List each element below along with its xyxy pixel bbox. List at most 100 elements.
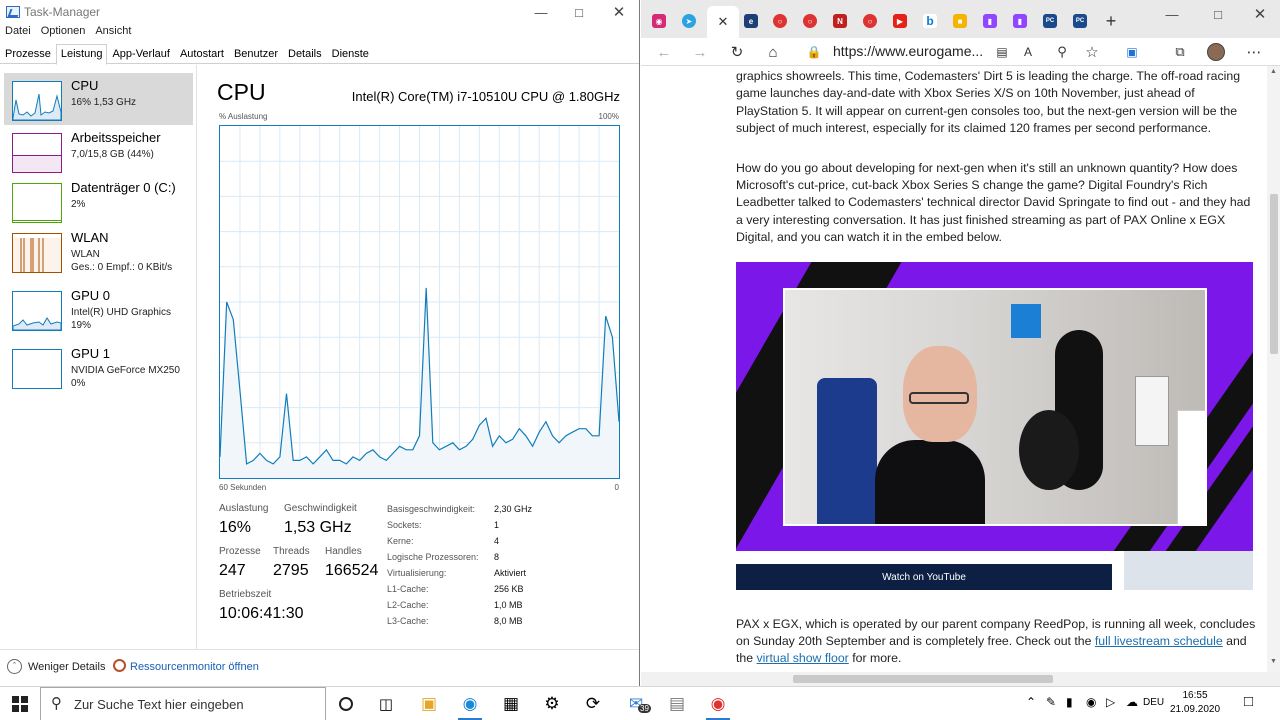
resource-monitor-link[interactable]: Ressourcenmonitor öffnen [130,661,259,673]
site-icon: ○ [803,14,817,28]
volume-muted-icon[interactable]: ▷ [1106,695,1115,709]
tab-site[interactable]: ○ [766,7,794,35]
mail-icon[interactable]: ✉ 39 [616,688,656,720]
scroll-down-icon[interactable]: ▼ [1270,658,1277,665]
livestream-schedule-link[interactable]: full livestream schedule [1095,634,1223,648]
store-icon[interactable]: ▦ [491,688,531,720]
gpu1-sparkline [12,349,62,389]
menu-optionen[interactable]: Optionen [36,25,91,43]
settings-gear-icon[interactable]: ⚙ [532,688,572,720]
sidebar-item-disk[interactable]: Datenträger 0 (C:) 2% [4,175,193,227]
tab-app-verlauf[interactable]: App-Verlauf [107,44,174,64]
tab-site[interactable]: ■ [946,7,974,35]
tab-bing[interactable]: b [916,7,944,35]
detail-value: 1 [494,520,500,530]
close-icon[interactable]: ✕ [1237,2,1280,26]
minimize-icon[interactable]: — [1149,2,1195,26]
task-manager-taskbar-icon[interactable]: ◉ [698,688,738,720]
site-icon: N [833,14,847,28]
maximize-icon[interactable]: □ [1195,2,1241,26]
tab-site[interactable]: ○ [856,7,884,35]
pen-icon[interactable]: ✎ [1046,695,1056,709]
tab-leistung[interactable]: Leistung [55,44,108,65]
clock-date: 21.09.2020 [1169,704,1221,715]
sidebar-item-memory[interactable]: Arbeitsspeicher 7,0/15,8 GB (44%) [4,125,193,177]
extension-icon[interactable]: ▣ [1121,42,1143,62]
battery-icon[interactable]: ▮ [1066,695,1073,709]
detail-key: L1-Cache: [387,584,429,594]
reader-icon[interactable]: ▤ [991,42,1013,62]
clock[interactable]: 16:55 21.09.2020 [1166,689,1224,717]
back-icon[interactable]: ← [653,42,675,62]
address-bar[interactable]: https://www.eurogame... [833,41,1013,63]
chevron-up-icon[interactable]: ⌃ [1026,695,1036,709]
horizontal-scroll-thumb[interactable] [793,675,1053,683]
sidebar-gpu1-model: NVIDIA GeForce MX250 [71,365,180,376]
close-icon[interactable]: ✕ [596,0,642,24]
collections-icon[interactable]: ⧉ [1169,42,1191,62]
tab-twitch[interactable]: ▮ [976,7,1004,35]
tab-telegram[interactable]: ➤ [675,7,703,35]
vertical-scrollbar[interactable]: ▲ ▼ [1267,66,1280,672]
forward-icon[interactable]: → [689,42,711,62]
menu-ansicht[interactable]: Ansicht [90,25,136,43]
plus-icon: + [1105,10,1117,31]
home-icon[interactable]: ⌂ [762,42,784,62]
zoom-icon[interactable]: ⚲ [1051,42,1073,62]
onedrive-icon[interactable]: ☁ [1126,695,1138,709]
panel-title: CPU [217,79,266,105]
tab-site[interactable]: ○ [796,7,824,35]
sidebar-item-gpu1[interactable]: GPU 1 NVIDIA GeForce MX250 0% [4,341,193,393]
tab-site[interactable]: e [737,7,765,35]
task-view-icon[interactable]: ◫ [366,688,406,720]
tab-details[interactable]: Details [283,44,327,64]
sidebar-memory-name: Arbeitsspeicher [71,130,161,145]
sidebar-item-wlan[interactable]: WLAN WLAN Ges.: 0 Empf.: 0 KBit/s [4,225,193,277]
cpu-graph-svg [219,126,620,478]
tab-site[interactable]: PC [1066,7,1094,35]
video-embed[interactable] [736,262,1253,551]
tab-site[interactable]: N [826,7,854,35]
favorite-star-icon[interactable]: ☆ [1081,42,1103,62]
tab-dienste[interactable]: Dienste [327,44,374,64]
fewer-details-link[interactable]: Weniger Details [28,661,105,673]
tab-twitch[interactable]: ▮ [1006,7,1034,35]
tab-prozesse[interactable]: Prozesse [0,44,56,64]
notifications-icon[interactable]: □ [1244,693,1253,710]
scroll-thumb[interactable] [1270,194,1278,354]
more-icon[interactable]: ⋯ [1243,42,1265,62]
feedback-icon[interactable]: ⟳ [573,688,613,720]
tab-autostart[interactable]: Autostart [175,44,229,64]
lock-icon[interactable]: 🔒 [803,42,825,62]
tab-instagram[interactable]: ◉ [645,7,673,35]
new-tab-button[interactable]: + [1097,7,1125,35]
tab-active-eurogamer[interactable]: ✕ [707,6,739,38]
tab-site[interactable]: PC [1036,7,1064,35]
chevron-up-icon[interactable]: ˆ [7,659,22,674]
wifi-icon[interactable]: ◉ [1086,695,1096,709]
close-tab-icon[interactable]: ✕ [718,14,729,30]
sidebar-item-cpu[interactable]: CPU 16% 1,53 GHz [4,73,193,125]
tab-youtube[interactable]: ▶ [886,7,914,35]
watch-on-youtube-button[interactable]: Watch on YouTube [736,564,1112,590]
scroll-up-icon[interactable]: ▲ [1270,68,1277,75]
cortana-icon[interactable] [326,688,366,720]
translate-icon[interactable]: A [1017,42,1039,62]
horizontal-scrollbar[interactable] [641,672,1280,686]
photos-icon[interactable]: ▤ [657,688,697,720]
refresh-icon[interactable]: ↻ [726,42,748,62]
file-explorer-icon[interactable]: ▣ [409,688,449,720]
language-indicator[interactable]: DEU [1143,697,1164,708]
start-button[interactable] [0,687,40,720]
virtual-show-floor-link[interactable]: virtual show floor [757,651,849,665]
threads-value: 2795 [273,562,309,579]
title-bar[interactable]: Task-Manager — □ ✕ [0,0,639,24]
tab-benutzer[interactable]: Benutzer [229,44,283,64]
avatar[interactable] [1205,42,1227,62]
sidebar-item-gpu0[interactable]: GPU 0 Intel(R) UHD Graphics 19% [4,283,193,335]
cpu-panel: CPU Intel(R) Core(TM) i7-10510U CPU @ 1.… [200,65,639,649]
taskbar-search[interactable]: ⚲ Zur Suche Text hier eingeben [40,687,326,720]
edge-icon[interactable]: ◉ [450,688,490,720]
cpu-sparkline [12,81,62,121]
menu-datei[interactable]: Datei [0,25,36,43]
